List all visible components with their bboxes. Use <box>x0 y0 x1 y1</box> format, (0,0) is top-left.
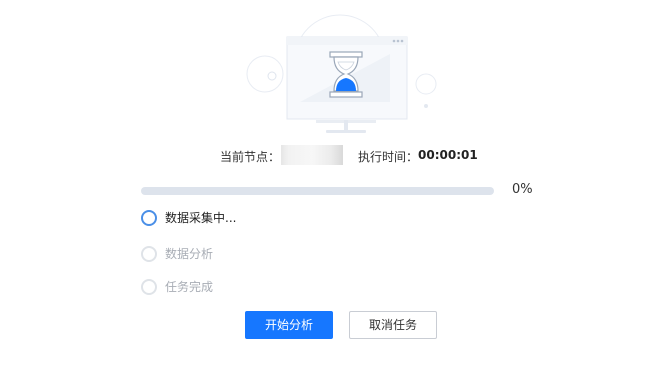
step-label: 数据分析 <box>165 247 214 261</box>
execution-time-value: 00:00:01 <box>418 148 478 162</box>
progress-bar <box>141 187 494 195</box>
cancel-task-button[interactable]: 取消任务 <box>349 311 437 339</box>
step-status-icon <box>141 210 157 226</box>
step-status-icon <box>141 279 157 295</box>
current-node-value-redacted <box>281 145 343 165</box>
step-label: 任务完成 <box>165 280 214 294</box>
progress-percent: 0% <box>512 182 533 197</box>
current-node-label: 当前节点： <box>220 150 281 164</box>
start-analysis-button[interactable]: 开始分析 <box>245 311 333 339</box>
step-status-icon <box>141 246 157 262</box>
step-label: 数据采集中... <box>165 211 237 225</box>
execution-time-label: 执行时间： <box>358 150 419 164</box>
hourglass-monitor-illustration <box>246 14 437 133</box>
